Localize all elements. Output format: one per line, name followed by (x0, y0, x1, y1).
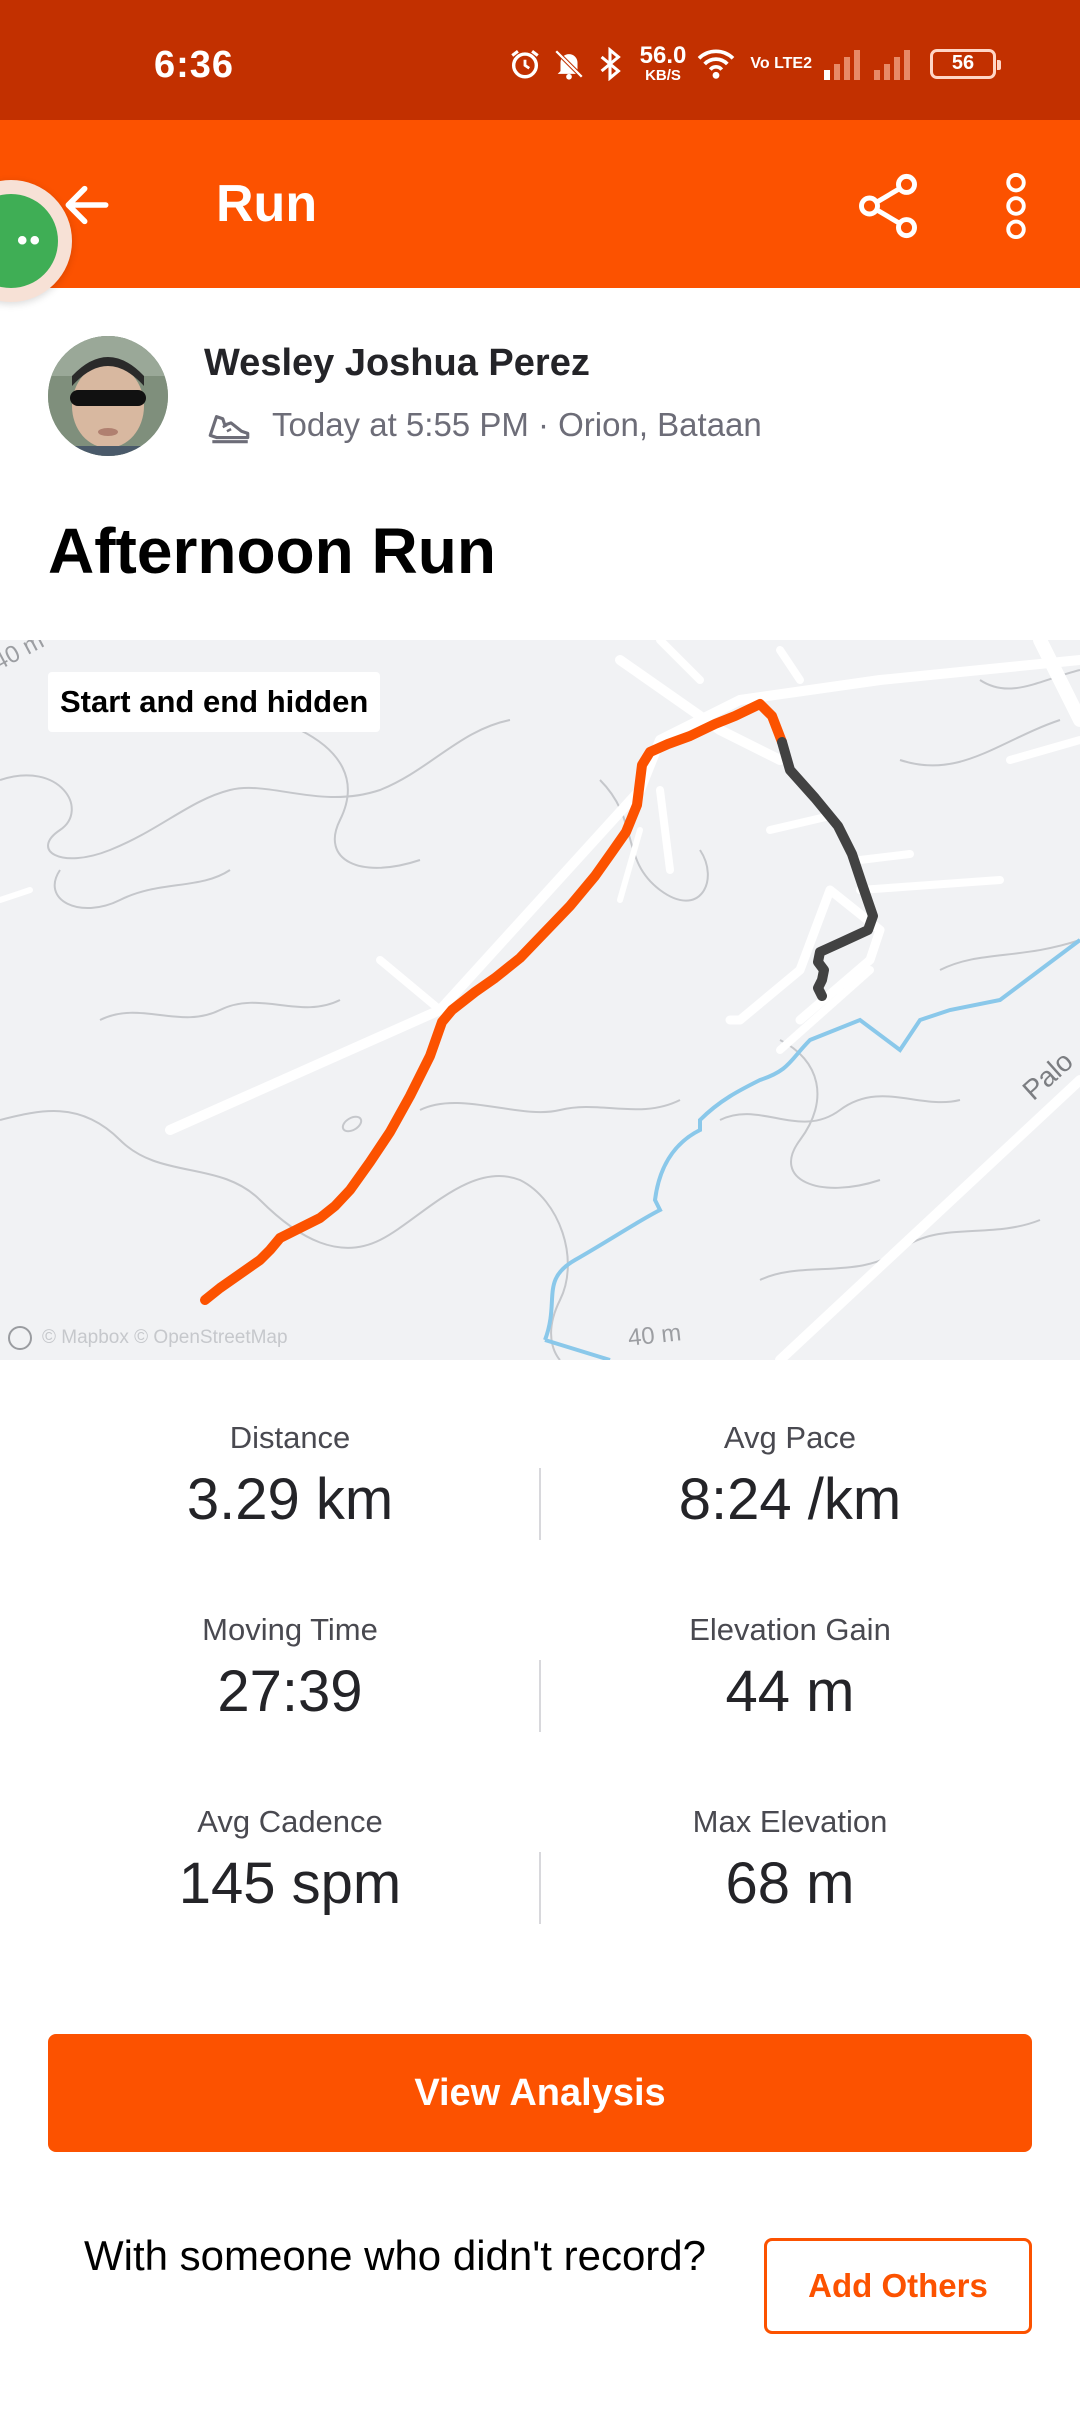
network-speed-unit: KB/S (645, 67, 681, 84)
share-icon (859, 173, 917, 239)
stat-label: Avg Cadence (197, 1804, 383, 1839)
start-end-hidden-badge: Start and end hidden (48, 672, 381, 732)
stat-row-3: Avg Cadence 145 spm Max Elevation 68 m (0, 1804, 1080, 1996)
stat-value: 44 m (725, 1659, 855, 1724)
activity-title: Afternoon Run (48, 515, 496, 587)
stat-max-elevation: Max Elevation 68 m (540, 1804, 1040, 1917)
stat-label: Moving Time (202, 1612, 378, 1647)
signal-icon-2 (874, 49, 910, 80)
battery-indicator: 56 (930, 48, 1001, 79)
wifi-icon (698, 48, 735, 79)
stat-distance: Distance 3.29 km (40, 1420, 540, 1533)
notifications-off-icon (554, 49, 583, 80)
map-canvas (0, 640, 1080, 1360)
stat-row-1: Distance 3.29 km Avg Pace 8:24 /km (0, 1420, 1080, 1612)
contour-label-bottom: 40 m (626, 1319, 683, 1352)
chat-bubble-dots: •• (0, 194, 58, 288)
avatar[interactable] (48, 336, 168, 456)
stat-label: Elevation Gain (689, 1612, 891, 1647)
stat-moving-time: Moving Time 27:39 (40, 1612, 540, 1725)
volte-label: Vo LTE2 (750, 54, 812, 72)
activity-meta: Today at 5:55 PM · Orion, Bataan (204, 400, 762, 450)
map-attribution: © Mapbox © OpenStreetMap (8, 1326, 288, 1350)
status-time: 6:36 (154, 44, 235, 86)
stat-value: 8:24 /km (678, 1467, 902, 1532)
app-bar: Run (0, 120, 1080, 288)
stat-label: Max Elevation (692, 1804, 888, 1839)
bluetooth-icon (600, 46, 621, 81)
add-others-button[interactable]: Add Others (764, 2238, 1032, 2334)
running-shoe-icon (208, 415, 250, 444)
stat-avg-pace: Avg Pace 8:24 /km (540, 1420, 1040, 1533)
stat-elevation-gain: Elevation Gain 44 m (540, 1612, 1040, 1725)
stat-value: 68 m (725, 1851, 855, 1916)
avatar-image (48, 336, 168, 456)
network-speed: 56.0 KB/S (639, 42, 687, 84)
status-icons: 56.0 KB/S Vo LTE2 56 (508, 42, 1001, 84)
network-speed-value: 56.0 (639, 42, 687, 69)
stat-value: 27:39 (217, 1659, 363, 1724)
stat-row-2: Moving Time 27:39 Elevation Gain 44 m (0, 1612, 1080, 1804)
add-others-prompt: With someone who didn't record? (84, 2232, 707, 2279)
view-analysis-button[interactable]: View Analysis (48, 2034, 1032, 2152)
athlete-name[interactable]: Wesley Joshua Perez (204, 342, 590, 385)
more-options-button[interactable] (988, 164, 1044, 248)
stat-avg-cadence: Avg Cadence 145 spm (40, 1804, 540, 1917)
mapbox-logo-icon (8, 1326, 32, 1350)
signal-icon-1 (824, 49, 860, 80)
stat-label: Avg Pace (723, 1420, 857, 1455)
stat-value: 145 spm (178, 1851, 402, 1916)
status-bar: 6:36 56.0 KB/S Vo LTE2 56 (0, 0, 1080, 120)
activity-date-location: Today at 5:55 PM · Orion, Bataan (272, 406, 762, 443)
alarm-icon (510, 49, 539, 78)
stats-grid: Distance 3.29 km Avg Pace 8:24 /km Movin… (0, 1420, 1080, 1996)
route-map[interactable]: Start and end hidden 40 m 40 m Palo © Ma… (0, 640, 1080, 1360)
map-attribution-text: © Mapbox © OpenStreetMap (42, 1327, 288, 1348)
stat-label: Distance (229, 1420, 351, 1455)
page-title: Run (216, 175, 318, 233)
stat-value: 3.29 km (186, 1467, 394, 1532)
more-vertical-icon (1006, 172, 1026, 240)
share-button[interactable] (846, 164, 930, 248)
